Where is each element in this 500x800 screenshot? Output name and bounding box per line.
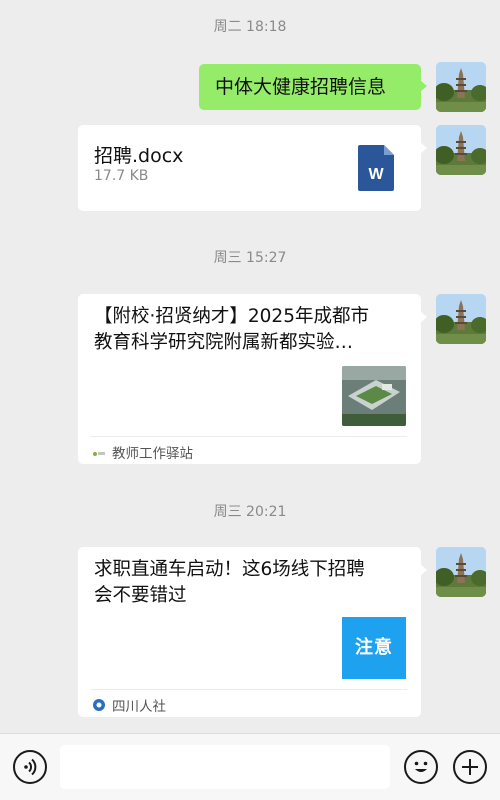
plus-icon — [462, 759, 478, 775]
input-bar — [0, 733, 500, 800]
article-title: 【附校·招贤纳才】2025年成都市 教育科学研究院附属新都实验… — [94, 306, 369, 353]
article-thumbnail: 注意 — [342, 617, 406, 679]
avatar[interactable] — [436, 294, 486, 344]
chat-area[interactable]: 周二 18:18 中体大健康招聘信息 招聘.docx 17.7 KB W 周三 … — [0, 0, 500, 733]
voice-button[interactable] — [13, 750, 47, 784]
article-thumbnail — [342, 366, 406, 426]
file-name: 招聘.docx — [94, 145, 184, 167]
source-logo-icon — [93, 699, 105, 711]
file-size: 17.7 KB — [94, 168, 149, 184]
plus-button[interactable] — [453, 750, 487, 784]
timestamp: 周二 18:18 — [213, 19, 287, 35]
sent-text-message[interactable]: 中体大健康招聘信息 — [199, 64, 427, 110]
article-source: 四川人社 — [92, 695, 166, 715]
timestamp: 周三 20:21 — [213, 504, 287, 520]
article-message[interactable]: 【附校·招贤纳才】2025年成都市 教育科学研究院附属新都实验… 教师工作驿站 — [78, 294, 427, 464]
article-title: 求职直通车启动！这6场线下招聘 会不要错过 — [94, 559, 365, 606]
article-source: 教师工作驿站 — [92, 442, 193, 462]
avatar[interactable] — [436, 125, 486, 175]
avatar[interactable] — [436, 547, 486, 597]
word-file-icon: W — [358, 145, 394, 191]
timestamp: 周三 15:27 — [213, 250, 287, 266]
article-message[interactable]: 求职直通车启动！这6场线下招聘 会不要错过 注意 四川人社 — [78, 547, 427, 717]
message-input[interactable] — [60, 745, 390, 789]
svg-text:W: W — [368, 166, 384, 183]
emoji-icon — [414, 761, 428, 772]
avatar[interactable] — [436, 62, 486, 112]
voice-icon — [24, 758, 37, 776]
emoji-button[interactable] — [404, 750, 438, 784]
source-logo-icon — [93, 452, 105, 456]
file-message[interactable]: 招聘.docx 17.7 KB W — [78, 125, 427, 211]
